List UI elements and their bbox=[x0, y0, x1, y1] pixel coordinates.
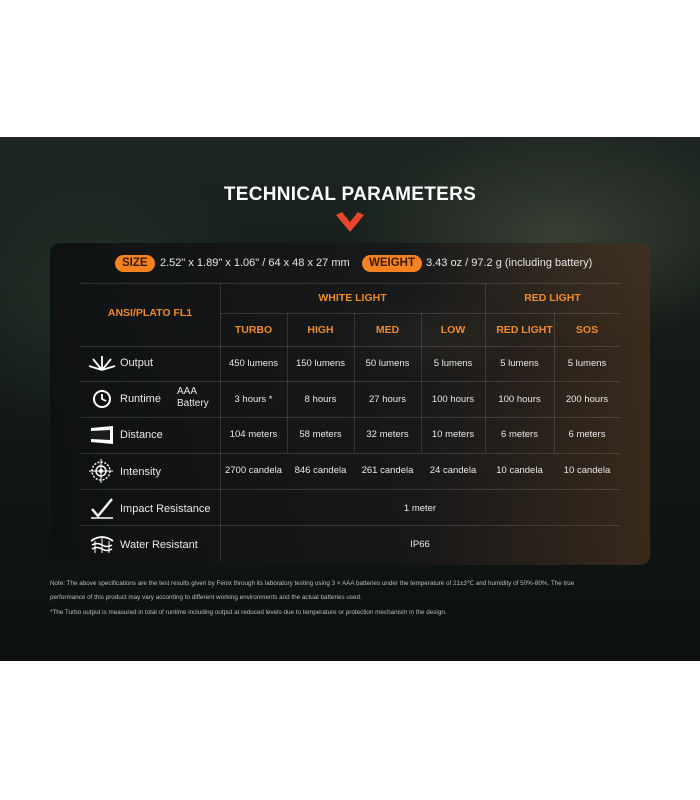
table-cell: 5 lumens bbox=[500, 358, 539, 369]
table-cell: 10 candela bbox=[563, 465, 611, 476]
size-value: 2.52" x 1.89" x 1.06" / 64 x 48 x 27 mm bbox=[160, 257, 350, 269]
table-cell: 58 meters bbox=[299, 429, 342, 440]
table-cell: 24 candela bbox=[429, 465, 477, 476]
water-icon bbox=[90, 536, 114, 553]
standard-label: ANSI/PLATO FL1 bbox=[107, 307, 193, 319]
table-cell: 10 meters bbox=[431, 429, 475, 440]
row-label-distance: Distance bbox=[120, 429, 163, 441]
table-cell: 27 hours bbox=[369, 394, 406, 405]
size-badge: SIZE bbox=[115, 255, 155, 272]
row-label-runtime: Runtime bbox=[120, 393, 161, 405]
battery-label: AAA Battery bbox=[177, 386, 209, 410]
table-cell: 6 meters bbox=[501, 429, 538, 440]
divider bbox=[80, 417, 620, 418]
table-cell: 261 candela bbox=[361, 465, 414, 476]
table-cell: 6 meters bbox=[568, 429, 606, 440]
row-label-impact: Impact Resistance bbox=[120, 503, 211, 515]
table-cell: 50 lumens bbox=[365, 358, 410, 369]
divider bbox=[80, 525, 620, 526]
table-cell-span: 1 meter bbox=[403, 503, 437, 514]
divider bbox=[80, 453, 620, 454]
weight-value: 3.43 oz / 97.2 g (including battery) bbox=[426, 257, 593, 269]
burst-icon bbox=[88, 356, 116, 371]
table-cell: 100 hours bbox=[431, 394, 475, 405]
footnote: Note: The above specifications are the t… bbox=[50, 580, 575, 587]
chevron-down-icon bbox=[336, 212, 364, 232]
table-cell: 8 hours bbox=[304, 394, 337, 405]
page-title: TECHNICAL PARAMETERS bbox=[223, 184, 477, 205]
divider bbox=[80, 489, 620, 490]
battery-label-line: Battery bbox=[177, 398, 209, 409]
divider bbox=[220, 313, 620, 314]
mode-header: HIGH bbox=[307, 324, 334, 336]
beam-icon bbox=[91, 426, 113, 444]
table-cell: 2700 candela bbox=[224, 465, 283, 476]
table-cell: 150 lumens bbox=[295, 358, 346, 369]
mode-header: MED bbox=[375, 324, 400, 336]
table-cell: 200 hours bbox=[565, 394, 609, 405]
footnote: performance of this product may vary acc… bbox=[50, 594, 362, 601]
group-header-red: RED LIGHT bbox=[524, 292, 581, 304]
target-icon bbox=[89, 459, 113, 483]
divider bbox=[80, 283, 620, 284]
battery-label-line: AAA bbox=[177, 386, 198, 397]
row-label-output: Output bbox=[120, 357, 154, 369]
table-cell: 100 hours bbox=[498, 394, 541, 405]
table-cell: 846 candela bbox=[294, 465, 347, 476]
table-cell: 5 lumens bbox=[433, 358, 473, 369]
table-cell: 450 lumens bbox=[228, 358, 279, 369]
divider bbox=[80, 381, 620, 382]
table-cell: 10 candela bbox=[496, 465, 543, 476]
table-cell: 5 lumens bbox=[567, 358, 607, 369]
weight-badge: WEIGHT bbox=[362, 255, 422, 272]
table-cell-span: IP66 bbox=[410, 539, 430, 550]
clock-icon bbox=[93, 390, 111, 408]
mode-header: LOW bbox=[440, 324, 466, 336]
mode-header: RED LIGHT bbox=[496, 324, 553, 336]
divider bbox=[80, 346, 620, 347]
group-header-white: WHITE LIGHT bbox=[318, 292, 387, 304]
impact-icon bbox=[91, 498, 113, 519]
mode-header: SOS bbox=[575, 324, 599, 336]
footnote: *The Turbo output is measured in total o… bbox=[50, 609, 447, 616]
mode-header: TURBO bbox=[234, 324, 273, 336]
row-label-water: Water Resistant bbox=[120, 539, 198, 551]
table-cell: 32 meters bbox=[366, 429, 409, 440]
row-label-intensity: Intensity bbox=[120, 466, 161, 478]
table-cell: 104 meters bbox=[229, 429, 278, 440]
table-cell: 3 hours * bbox=[234, 394, 273, 405]
